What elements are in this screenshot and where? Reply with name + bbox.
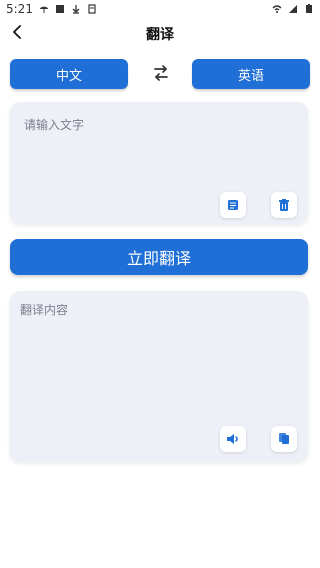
signal-icon xyxy=(289,5,297,13)
speak-button[interactable] xyxy=(220,426,246,452)
source-text-input[interactable]: 请输入文字 xyxy=(24,116,292,186)
copy-button[interactable] xyxy=(271,426,297,452)
target-language-button[interactable]: 英语 xyxy=(192,59,310,89)
language-selector: 中文 英语 xyxy=(10,59,310,89)
input-card: 请输入文字 xyxy=(10,102,308,224)
clear-button[interactable] xyxy=(271,192,297,218)
trash-icon xyxy=(279,199,289,211)
paste-button[interactable] xyxy=(220,192,246,218)
translate-button[interactable]: 立即翻译 xyxy=(10,239,308,275)
copy-icon xyxy=(279,433,289,444)
square-icon xyxy=(55,5,64,13)
status-bar: 5:21 xyxy=(0,0,320,18)
battery-icon xyxy=(306,4,312,13)
page-title: 翻译 xyxy=(146,27,174,43)
top-bar: 翻译 xyxy=(0,18,320,48)
notification-icons xyxy=(39,4,97,14)
swap-arrows-icon[interactable] xyxy=(152,64,170,82)
status-time: 5:21 xyxy=(6,2,33,16)
download-icon xyxy=(72,5,80,14)
source-language-button[interactable]: 中文 xyxy=(10,59,128,89)
wifi-icon xyxy=(272,5,282,13)
speaker-icon xyxy=(227,434,238,444)
status-right xyxy=(272,4,314,14)
document-icon xyxy=(228,200,238,210)
status-left: 5:21 xyxy=(6,2,97,16)
umbrella-icon xyxy=(39,6,48,13)
file-icon xyxy=(88,4,96,14)
output-card: 翻译内容 xyxy=(10,291,308,462)
translation-output: 翻译内容 xyxy=(20,303,69,317)
